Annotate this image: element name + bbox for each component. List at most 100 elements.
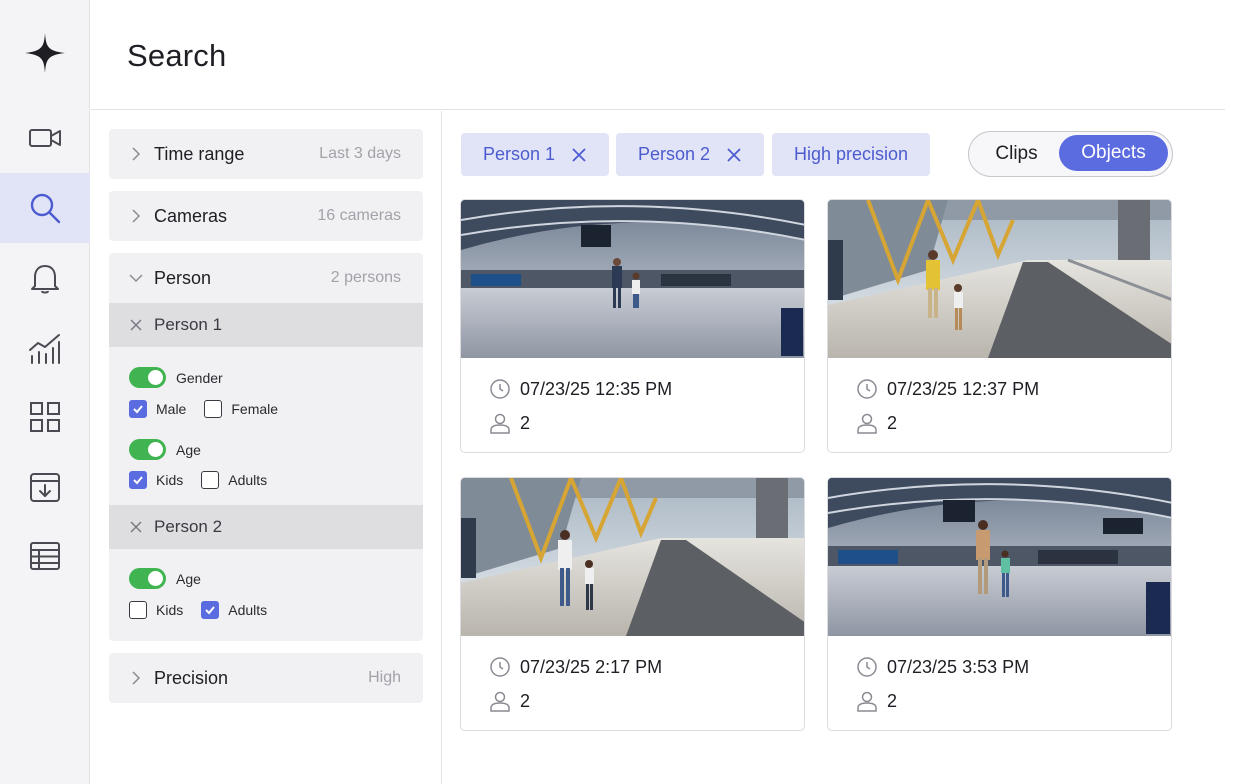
result-person-count: 2 — [520, 690, 531, 711]
filter-label: Person — [154, 268, 212, 288]
chip-high-precision[interactable]: High precision — [772, 133, 931, 176]
result-card[interactable]: 07/23/25 12:37 PM 2 — [827, 199, 1172, 453]
grid-icon — [30, 402, 60, 432]
person-label: Person 1 — [154, 315, 223, 334]
chevron-right-icon — [132, 147, 141, 161]
kids-checkbox[interactable] — [129, 601, 147, 619]
result-person-count: 2 — [887, 412, 898, 433]
filter-value: 2 persons — [330, 269, 401, 286]
filter-cameras[interactable]: Cameras 16 cameras — [109, 191, 423, 241]
timestamp-row: 07/23/25 12:37 PM — [856, 378, 1039, 400]
adults-checkbox[interactable] — [201, 471, 220, 489]
age-toggle-row: Age — [129, 568, 201, 589]
filter-time-range-header[interactable]: Time range Last 3 days — [109, 129, 423, 179]
nav-analytics[interactable] — [0, 313, 90, 383]
count-row: 2 — [856, 412, 897, 434]
chip-person-2[interactable]: Person 2 — [616, 133, 765, 176]
person-icon — [490, 413, 510, 434]
close-icon[interactable] — [726, 147, 742, 163]
nav-alerts[interactable] — [0, 243, 90, 313]
nav-cameras[interactable] — [0, 103, 90, 173]
filter-cameras-header[interactable]: Cameras 16 cameras — [109, 191, 423, 241]
count-row: 2 — [489, 412, 530, 434]
checkbox-label: Adults — [228, 602, 268, 618]
count-row: 2 — [489, 690, 530, 712]
filter-label: Precision — [154, 668, 229, 688]
nav-exports[interactable] — [0, 452, 90, 522]
clock-icon — [490, 379, 510, 399]
chip-person-1[interactable]: Person 1 — [461, 133, 610, 176]
close-icon[interactable] — [128, 519, 144, 535]
result-card[interactable]: 07/23/25 3:53 PM 2 — [827, 477, 1172, 731]
male-checkbox[interactable] — [129, 400, 147, 418]
female-checkbox[interactable] — [204, 400, 223, 418]
clips-tab[interactable]: Clips — [969, 132, 1064, 176]
timestamp-row: 07/23/25 3:53 PM — [856, 656, 1029, 678]
filter-value: 16 cameras — [317, 207, 401, 224]
result-timestamp: 07/23/25 3:53 PM — [887, 656, 1030, 677]
age-toggle[interactable] — [129, 439, 166, 460]
filter-time-range[interactable]: Time range Last 3 days — [109, 129, 423, 179]
page-title: Search — [127, 38, 227, 73]
result-timestamp: 07/23/25 2:17 PM — [520, 656, 663, 677]
filter-label: Cameras — [154, 206, 228, 226]
filter-precision-header[interactable]: Precision High — [109, 653, 423, 703]
age-options: Kids Adults — [129, 471, 285, 489]
thumbnail-image — [828, 478, 1171, 636]
gender-options: Male Female — [129, 400, 296, 418]
filter-person-header[interactable]: Person 2 persons — [109, 253, 423, 303]
adults-checkbox[interactable] — [201, 601, 220, 619]
close-icon[interactable] — [571, 147, 587, 163]
chip-label: High precision — [794, 144, 909, 164]
clock-icon — [857, 379, 877, 399]
filters-panel: Time range Last 3 days Cameras 16 camera… — [91, 111, 442, 784]
person-2-header[interactable]: Person 2 — [109, 505, 423, 549]
view-toggle: Clips Objects — [968, 131, 1173, 177]
page-header: Search — [91, 0, 1225, 110]
clock-icon — [857, 657, 877, 677]
checkbox-label: Kids — [156, 472, 184, 488]
timestamp-row: 07/23/25 12:35 PM — [489, 378, 672, 400]
result-timestamp: 07/23/25 12:37 PM — [887, 378, 1040, 399]
toggle-label: Age — [176, 441, 201, 458]
chip-label: Person 1 — [483, 144, 556, 164]
search-icon — [30, 193, 61, 224]
toggle-label: Gender — [176, 369, 223, 386]
gender-toggle-row: Gender — [129, 367, 223, 388]
close-icon[interactable] — [128, 317, 144, 333]
age-toggle-row: Age — [129, 439, 201, 460]
checkmark-icon — [133, 405, 143, 414]
count-row: 2 — [856, 690, 897, 712]
bell-icon — [31, 265, 59, 294]
person-icon — [857, 413, 877, 434]
chevron-right-icon — [132, 209, 141, 223]
person-icon — [857, 691, 877, 712]
kids-checkbox[interactable] — [129, 471, 147, 489]
nav-search[interactable] — [0, 173, 90, 243]
result-card[interactable]: 07/23/25 12:35 PM 2 — [460, 199, 805, 453]
analytics-icon — [29, 334, 60, 364]
nav-reports[interactable] — [0, 521, 90, 591]
age-toggle[interactable] — [129, 568, 166, 589]
result-person-count: 2 — [887, 690, 898, 711]
nav-dashboard[interactable] — [0, 382, 90, 452]
thumbnail-image — [461, 478, 804, 636]
result-card[interactable]: 07/23/25 2:17 PM 2 — [460, 477, 805, 731]
filter-precision[interactable]: Precision High — [109, 653, 423, 703]
nav-rail — [0, 0, 90, 784]
person-icon — [490, 691, 510, 712]
person-1-header[interactable]: Person 1 — [109, 303, 423, 347]
checkbox-label: Female — [231, 401, 279, 417]
objects-tab[interactable]: Objects — [1059, 135, 1168, 171]
table-icon — [30, 542, 60, 570]
checkmark-icon — [205, 606, 216, 615]
timestamp-row: 07/23/25 2:17 PM — [489, 656, 662, 678]
checkmark-icon — [133, 476, 143, 485]
checkbox-label: Adults — [228, 472, 268, 488]
filter-label: Time range — [154, 144, 245, 164]
checkbox-label: Kids — [156, 602, 184, 618]
filter-value: High — [368, 669, 401, 686]
result-timestamp: 07/23/25 12:35 PM — [520, 378, 673, 399]
gender-toggle[interactable] — [129, 367, 166, 388]
chevron-down-icon — [129, 274, 143, 283]
